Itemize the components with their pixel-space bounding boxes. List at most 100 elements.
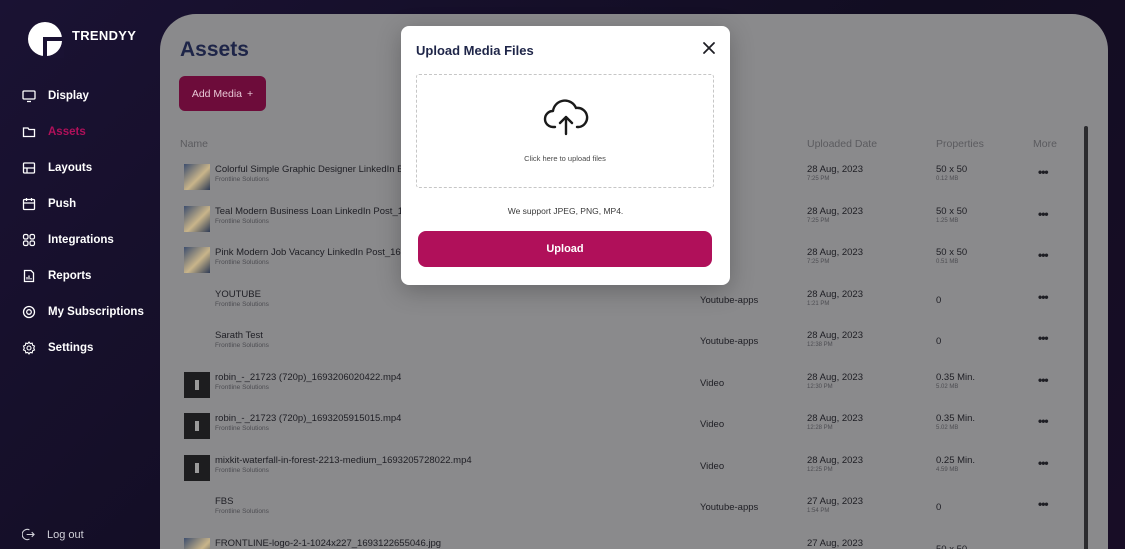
asset-properties: 50 x 50 [936,247,968,258]
more-options-button[interactable]: ••• [1038,414,1049,428]
report-icon [23,269,35,283]
asset-name: Colorful Simple Graphic Designer LinkedI… [215,164,404,175]
uploaded-date: 28 Aug, 2023 [807,247,863,258]
asset-thumbnail [184,454,210,481]
more-options-button[interactable]: ••• [1038,165,1049,179]
layout-icon [22,162,36,174]
sidebar-item-label: My Subscriptions [48,306,144,318]
asset-owner: Frontline Solutions [215,259,269,266]
asset-name: Teal Modern Business Loan LinkedIn Post_… [215,205,404,217]
uploaded-date: 28 Aug, 2023 [807,288,863,300]
column-header-more: More [1033,138,1057,150]
sidebar-item-reports[interactable]: Reports [22,258,144,294]
table-row[interactable]: FRONTLINE-logo-2-1-1024x227_169312265504… [160,534,1108,549]
sidebar-item-display[interactable]: Display [22,78,144,114]
asset-owner: Frontline Solutions [215,342,269,349]
table-row[interactable]: Sarath Test Frontline Solutions Youtube-ap… [160,326,1108,366]
uploaded-date: 28 Aug, 2023 [807,413,863,424]
sidebar-item-my-subscriptions[interactable]: My Subscriptions [22,294,144,330]
table-row[interactable]: robin_-_21723 (720p)_1693205915015.mp4 Fr… [160,409,1108,449]
asset-file-size: 5.02 MB [936,425,959,431]
asset-thumbnail [184,205,210,232]
sidebar-item-label: Layouts [48,162,93,174]
uploaded-time: 7:25 PM [807,217,830,224]
asset-thumbnail [184,413,210,439]
cloud-upload-icon [543,99,589,136]
asset-properties: 0.35 Min. [936,371,976,383]
table-row[interactable]: robin_-_21723 (720p)_1693206020422.mp4 Fr… [160,368,1108,408]
asset-thumbnail [184,247,210,273]
asset-properties: 0.35 Min. [936,413,976,424]
table-row[interactable]: YOUTUBE Frontline Solutions Youtube-apps 28… [160,285,1108,325]
uploaded-date: 28 Aug, 2023 [807,454,863,466]
table-row[interactable]: FBS Frontline Solutions Youtube-apps 27 Aug… [160,492,1108,532]
asset-file-size: 0.12 MB [936,176,959,182]
uploaded-time: 12:30 PM [807,383,833,390]
upload-button[interactable]: Upload [418,231,712,267]
grid-icon [22,233,36,247]
uploaded-time: 12:25 PM [807,466,833,473]
folder-icon [22,127,36,138]
more-options-button[interactable]: ••• [1038,497,1049,511]
table-row[interactable]: mixkit-waterfall-in-forest-2213-medium_1… [160,451,1108,491]
sidebar-item-label: Reports [48,270,92,282]
upload-media-modal: Upload Media Files Click here to upload … [401,26,730,285]
sidebar-item-label: Assets [48,126,86,138]
asset-name: Sarath Test [215,330,263,341]
uploaded-date: 28 Aug, 2023 [807,205,863,217]
asset-file-size: 5.02 MB [936,383,959,390]
subscription-icon [22,305,36,319]
uploaded-date: 28 Aug, 2023 [807,164,863,175]
sidebar: TRENDYY Display Assets Layouts Push Inte… [0,0,160,549]
trendyy-logo-icon [28,22,64,58]
sidebar-item-assets[interactable]: Assets [22,114,144,150]
asset-properties: 50 x 50 [936,205,968,217]
sidebar-item-settings[interactable]: Settings [22,330,144,366]
sidebar-item-label: Display [48,90,89,102]
more-options-button[interactable]: ••• [1038,207,1049,221]
table-scrollbar[interactable] [1084,126,1088,549]
add-media-button[interactable]: Add Media + [179,76,266,111]
asset-file-size: 4.59 MB [936,466,959,473]
uploaded-time: 1:54 PM [807,508,830,514]
sidebar-item-layouts[interactable]: Layouts [22,150,144,186]
asset-properties: 0.25 Min. [936,454,976,466]
upload-dropzone[interactable]: Click here to upload files [416,74,714,188]
asset-name: robin_-_21723 (720p)_1693206020422.mp4 [215,371,402,383]
column-header-uploaded-date[interactable]: Uploaded Date [807,138,877,150]
more-options-button[interactable]: ••• [1038,248,1049,262]
column-header-name[interactable]: Name [180,138,208,150]
more-options-button[interactable]: ••• [1038,331,1049,345]
asset-properties: 50 x 50 [936,164,968,175]
close-icon[interactable] [702,41,716,55]
uploaded-date: 28 Aug, 2023 [807,330,863,341]
asset-type: Youtube-apps [700,502,759,513]
asset-owner: Frontline Solutions [215,508,269,515]
uploaded-time: 12:28 PM [807,425,833,431]
more-options-button[interactable]: ••• [1038,290,1049,304]
asset-type: Video [700,377,725,389]
monitor-icon [22,90,36,103]
more-options-button[interactable]: ••• [1038,373,1049,387]
sidebar-item-push[interactable]: Push [22,186,144,222]
asset-name: FRONTLINE-logo-2-1-1024x227_169312265504… [215,537,442,549]
sidebar-item-integrations[interactable]: Integrations [22,222,144,258]
dropzone-text: Click here to upload files [524,154,606,163]
asset-owner: Frontline Solutions [215,466,269,474]
asset-properties: 0 [936,502,942,513]
uploaded-date: 27 Aug, 2023 [807,537,863,549]
add-media-label: Add Media [191,87,243,100]
more-options-button[interactable]: ••• [1038,456,1049,470]
page-title: Assets [180,38,249,61]
asset-file-size: 1.25 MB [936,217,959,224]
brand-logo[interactable]: TRENDYY [26,20,136,58]
asset-thumbnail [184,537,210,549]
logout-icon [22,528,35,541]
uploaded-time: 1:21 PM [807,300,830,307]
asset-owner: Frontline Solutions [215,176,269,183]
asset-type: Youtube-apps [700,294,759,306]
logout-button[interactable]: Log out [22,528,84,541]
asset-properties: 50 x 50 [936,543,968,549]
asset-name: FBS [215,496,234,507]
column-header-properties[interactable]: Properties [936,138,984,150]
